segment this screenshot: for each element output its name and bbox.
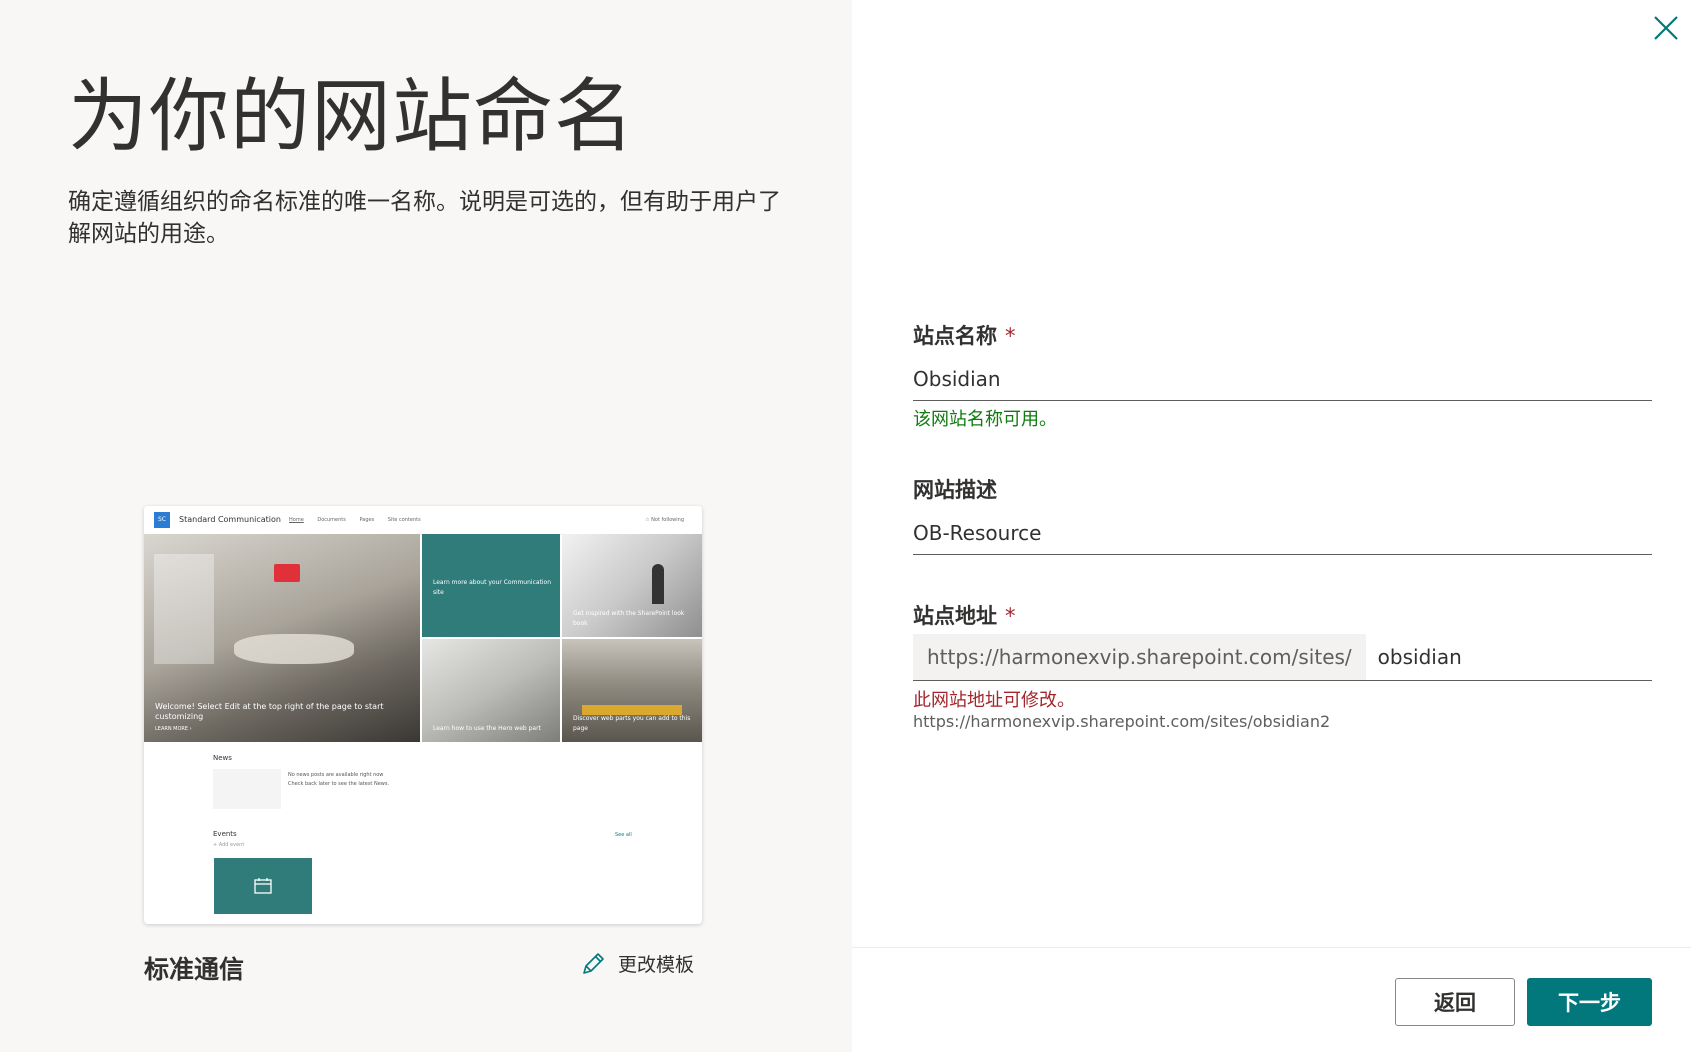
page-title: 为你的网站命名 xyxy=(68,70,635,163)
hero-tile-learn-caption: Learn more about your Communication site xyxy=(433,579,552,596)
preview-site-logo: SC xyxy=(154,512,170,528)
preview-nav-documents: Documents xyxy=(317,517,346,523)
template-name: 标准通信 xyxy=(144,955,245,984)
site-description-label: 网站描述 xyxy=(913,478,997,502)
preview-site-name: Standard Communication xyxy=(179,515,281,524)
site-address-warning: 此网站地址可修改。 xyxy=(913,690,1075,711)
required-marker: * xyxy=(1005,324,1016,348)
required-marker: * xyxy=(1005,604,1016,628)
site-address-input[interactable] xyxy=(1365,634,1652,680)
preview-nav-site-contents: Site contents xyxy=(387,517,421,523)
site-address-label-text: 站点地址 xyxy=(913,604,997,628)
close-icon xyxy=(1654,16,1678,40)
hero-tile-inspired-caption: Get inspired with the SharePoint look bo… xyxy=(573,610,685,627)
preview-nav-pages: Pages xyxy=(359,517,375,523)
left-panel: 为你的网站命名 确定遵循组织的命名标准的唯一名称。说明是可选的，但有助于用户了解… xyxy=(0,0,852,1052)
hero-tile-inspired: Get inspired with the SharePoint look bo… xyxy=(562,534,702,637)
preview-header: SC Standard Communication Home Documents… xyxy=(144,506,702,535)
site-description-input[interactable] xyxy=(913,512,1652,555)
site-name-label-text: 站点名称 xyxy=(913,324,997,348)
page-description: 确定遵循组织的命名标准的唯一名称。说明是可选的，但有助于用户了解网站的用途。 xyxy=(68,189,781,247)
preview-hero: Welcome! Select Edit at the top right of… xyxy=(144,534,702,742)
preview-news-thumb xyxy=(213,769,281,809)
preview-news-hint: Check back later to see the latest News. xyxy=(288,781,390,787)
hero-tile-discover-caption: Discover web parts you can add to this p… xyxy=(573,715,691,732)
close-button[interactable] xyxy=(1650,12,1682,44)
hero-main-tile: Welcome! Select Edit at the top right of… xyxy=(144,534,420,742)
template-preview: SC Standard Communication Home Documents… xyxy=(144,506,702,924)
next-button[interactable]: 下一步 xyxy=(1527,978,1652,1026)
preview-events-label: Events xyxy=(213,830,237,838)
preview-event-card xyxy=(214,858,312,914)
site-address-label: 站点地址 * xyxy=(913,600,1016,630)
change-template-label: 更改模板 xyxy=(618,954,695,976)
hero-tile-discover: Discover web parts you can add to this p… xyxy=(562,639,702,742)
preview-nav: Home Documents Pages Site contents xyxy=(289,517,433,523)
site-address-prefix: https://harmonexvip.sharepoint.com/sites… xyxy=(913,634,1366,680)
preview-news-empty: No news posts are available right now xyxy=(288,772,384,778)
site-name-available-message: 该网站名称可用。 xyxy=(913,409,1057,430)
hero-main-link: LEARN MORE › xyxy=(155,726,192,732)
hero-tile-hero-caption: Learn how to use the Hero web part xyxy=(433,725,541,732)
site-address-field: https://harmonexvip.sharepoint.com/sites… xyxy=(913,634,1652,681)
preview-events-see-all: See all xyxy=(615,832,632,838)
site-name-label: 站点名称 * xyxy=(913,320,1016,350)
calendar-icon xyxy=(254,878,272,894)
preview-events-add: + Add event xyxy=(213,842,245,848)
back-button[interactable]: 返回 xyxy=(1395,978,1515,1026)
hero-tile-learn: Learn more about your Communication site xyxy=(422,534,560,637)
hero-tile-hero: Learn how to use the Hero web part xyxy=(422,639,560,742)
preview-follow: ☆ Not following xyxy=(645,517,684,523)
site-name-input[interactable] xyxy=(913,358,1652,401)
preview-news-label: News xyxy=(213,754,232,762)
pencil-icon xyxy=(583,952,604,974)
preview-nav-home: Home xyxy=(289,517,304,523)
change-template-button[interactable]: 更改模板 xyxy=(580,950,694,977)
site-address-hint: https://harmonexvip.sharepoint.com/sites… xyxy=(913,712,1331,731)
footer-divider xyxy=(852,947,1691,948)
hero-main-caption: Welcome! Select Edit at the top right of… xyxy=(155,702,384,721)
